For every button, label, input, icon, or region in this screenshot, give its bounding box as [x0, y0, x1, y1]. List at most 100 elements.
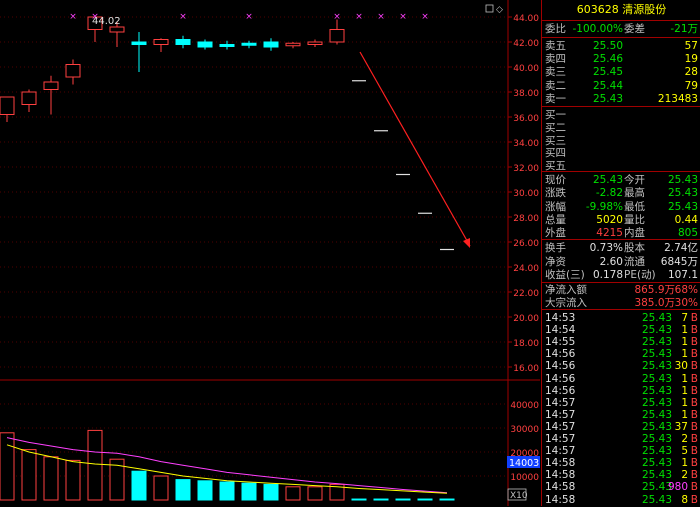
flow-label: 净流入额 [545, 283, 587, 297]
stock-header: 603628 清源股份 [542, 2, 700, 18]
volume-bar [88, 430, 102, 500]
settings-icon[interactable]: ◇ [496, 5, 503, 15]
price-tick-label: 34.00 [513, 139, 539, 149]
weibi-label: 委比 [545, 22, 566, 36]
price-tick-label: 18.00 [513, 339, 539, 349]
stats-label: 股本 [624, 241, 645, 255]
candle [110, 27, 124, 32]
divider [542, 20, 700, 21]
ask-row: 卖三25.4528 [542, 65, 700, 79]
price-tick-label: 44.00 [513, 14, 539, 24]
tick-time: 14:58 [545, 493, 575, 507]
quote-label: 外盘 [545, 226, 566, 240]
ask-row: 卖二25.4479 [542, 79, 700, 93]
kline-chart[interactable]: 44.0042.0040.0038.0036.0034.0032.0030.00… [0, 0, 540, 506]
volume-bar [176, 480, 190, 500]
candles [0, 17, 454, 250]
volume-tick-label: 30000 [510, 425, 539, 435]
price-tick-label: 26.00 [513, 239, 539, 249]
volume-bar [352, 499, 366, 500]
quote-label: 涨跌 [545, 186, 566, 200]
volume-bar [66, 460, 80, 500]
candle [22, 92, 36, 105]
quote-row: 现价25.43今开25.43 [542, 173, 700, 187]
flow-row: 大宗流入385.0万30% [542, 296, 700, 310]
quote-value: 5020 [596, 213, 623, 227]
candle [264, 42, 278, 47]
tick-volume: 8 [662, 493, 688, 507]
ask-volume: 57 [685, 39, 698, 53]
quote-label: 涨幅 [545, 200, 566, 214]
trend-arrow-head [463, 238, 470, 248]
stats-value: 2.74亿 [664, 241, 698, 255]
candle [286, 43, 300, 46]
volume-bar [440, 499, 454, 500]
volume-bar [308, 487, 322, 500]
flow-pct: 68% [675, 283, 698, 297]
stats-value: 2.60 [600, 255, 623, 269]
stats-label: 收益(三) [545, 268, 585, 282]
volume-bar [286, 487, 300, 500]
volume-tick-label: 10000 [510, 473, 539, 483]
quote-value: 0.44 [675, 213, 698, 227]
candle [330, 30, 344, 43]
quote-value: -9.98% [586, 200, 623, 214]
tick-side: B [691, 493, 698, 507]
window-icons[interactable]: ◇ [486, 5, 503, 15]
volume-bar [22, 450, 36, 500]
top-marker: × [333, 12, 341, 22]
top-marker: × [355, 12, 363, 22]
volume-tick-label: 40000 [510, 401, 539, 411]
ask-label: 卖四 [545, 52, 566, 66]
flow-value: 865.9万 [634, 283, 675, 297]
ask-row: 卖四25.4619 [542, 52, 700, 66]
volume-bar [154, 476, 168, 500]
candle [0, 97, 14, 115]
ask-label: 卖二 [545, 79, 566, 93]
price-axis: 44.0042.0040.0038.0036.0034.0032.0030.00… [513, 14, 539, 374]
price-tick-label: 16.00 [513, 364, 539, 374]
quote-value: 25.43 [668, 173, 698, 187]
restore-icon[interactable] [486, 5, 493, 12]
quote-label: 内盘 [624, 226, 645, 240]
ask-label: 卖五 [545, 39, 566, 53]
ask-label: 卖一 [545, 92, 566, 106]
top-marker: × [377, 12, 385, 22]
ask-price: 25.45 [593, 65, 623, 79]
price-tick-label: 38.00 [513, 89, 539, 99]
stock-name: 清源股份 [622, 3, 666, 16]
stats-row: 净资2.60流通6845万 [542, 255, 700, 269]
quote-label: 总量 [545, 213, 566, 227]
stats-row: 收益(三)0.178PE(动)107.1 [542, 268, 700, 282]
price-tick-label: 42.00 [513, 39, 539, 49]
quote-label: 最低 [624, 200, 645, 214]
volume-bar [396, 499, 410, 500]
volume-bar [220, 482, 234, 500]
quote-label: 今开 [624, 173, 645, 187]
quote-label: 量比 [624, 213, 645, 227]
tick-row: 14:5825.438B [542, 493, 700, 507]
volume-bar [44, 457, 58, 500]
quote-row: 涨幅-9.98%最低25.43 [542, 200, 700, 214]
volume-axis: 40000300002000010000 [510, 401, 539, 483]
volume-bar [418, 499, 432, 500]
bid-label: 买五 [545, 159, 566, 173]
weibi-row: 委比 -100.00% 委差 -21万 [542, 22, 700, 36]
volume-bar [264, 484, 278, 500]
price-tick-label: 24.00 [513, 264, 539, 274]
candle [44, 82, 58, 90]
top-marker: × [245, 12, 253, 22]
stats-label: 净资 [545, 255, 566, 269]
volume-scale: X10 [510, 491, 528, 501]
stats-label: 换手 [545, 241, 566, 255]
candle [132, 42, 146, 45]
candle [176, 40, 190, 45]
quote-row: 涨跌-2.82最高25.43 [542, 186, 700, 200]
quote-value: 25.43 [668, 186, 698, 200]
top-marker: × [399, 12, 407, 22]
volume-marker: 14003 [509, 458, 539, 469]
price-tick-label: 22.00 [513, 289, 539, 299]
ask-row: 卖一25.43213483 [542, 92, 700, 106]
ask-price: 25.43 [593, 92, 623, 106]
stats-label: PE(动) [624, 268, 656, 282]
